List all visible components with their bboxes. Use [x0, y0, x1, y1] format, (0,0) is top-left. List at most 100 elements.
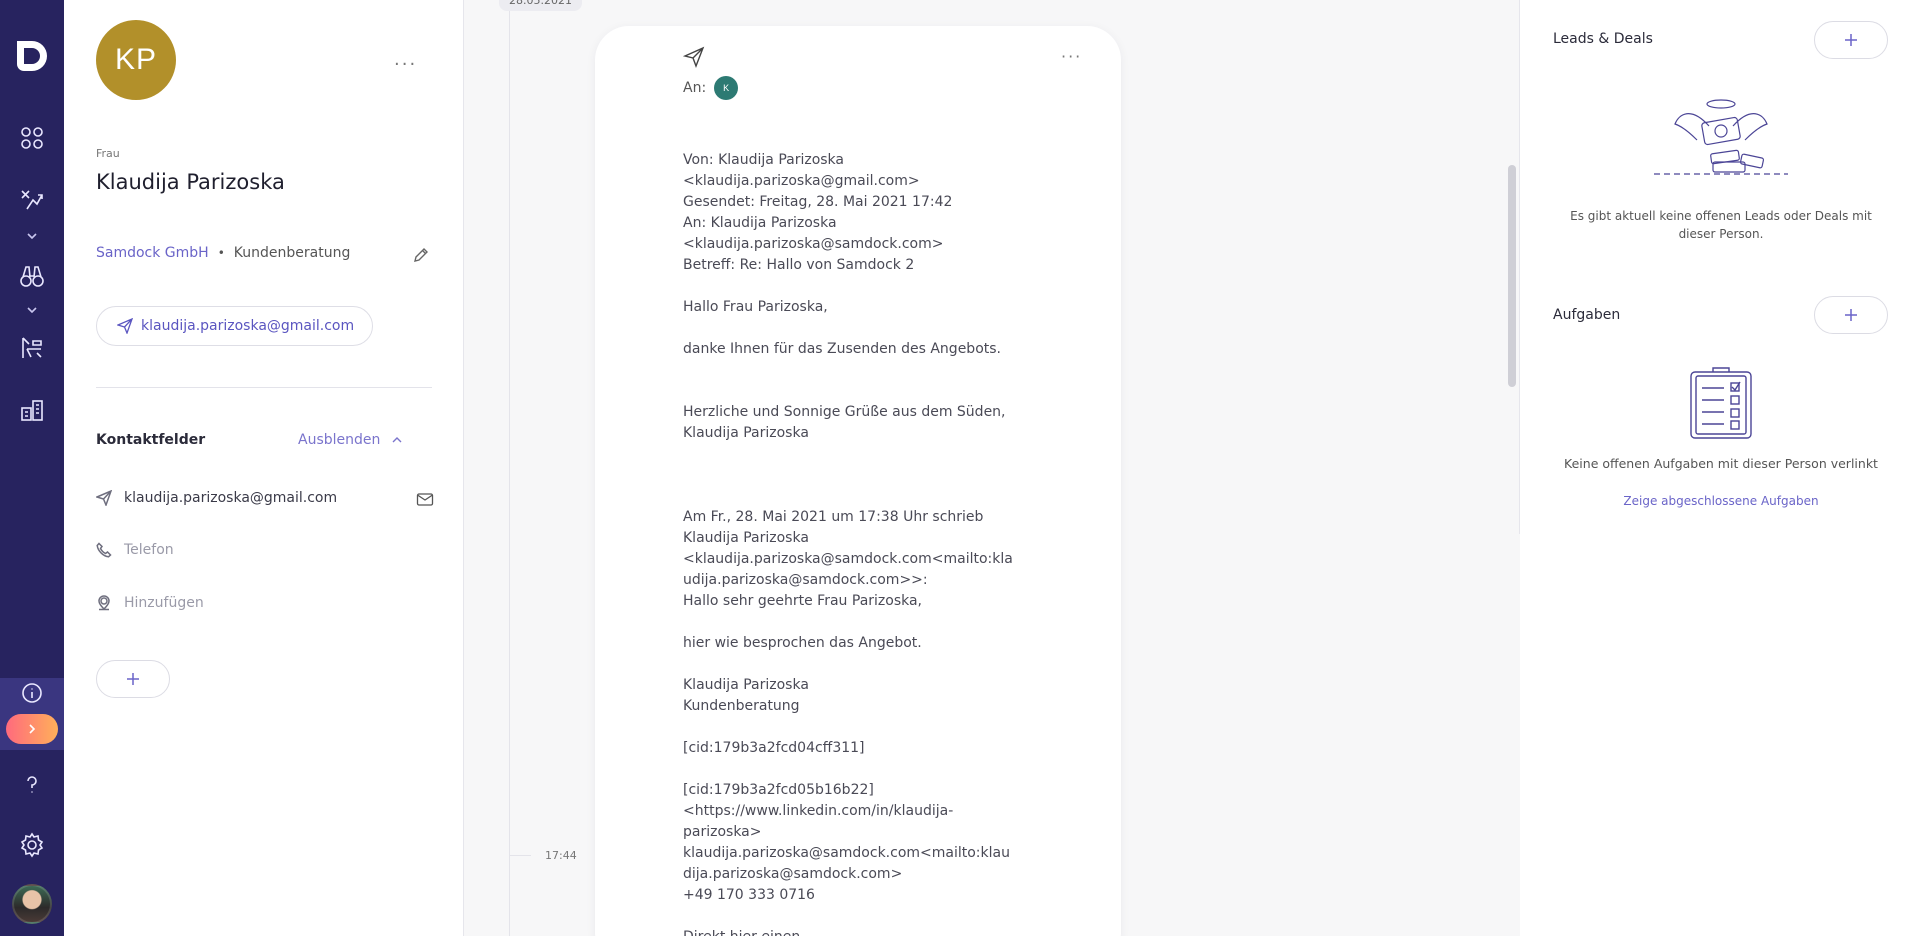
- send-icon: [96, 490, 112, 506]
- tasks-title: Aufgaben: [1553, 307, 1621, 323]
- contact-salutation: Frau: [96, 147, 120, 160]
- email-line: Betreff: Re: Hallo von Samdock 2: [683, 257, 915, 273]
- email-line: Klaudija Parizoska: [683, 530, 809, 546]
- email-line: <klaudija.parizoska@samdock.com>: [683, 236, 944, 252]
- email-card[interactable]: ··· An: K Von: Klaudija Parizoska <klaudi…: [595, 26, 1121, 936]
- add-lead-button[interactable]: [1814, 21, 1888, 59]
- email-line: Hallo sehr geehrte Frau Parizoska,: [683, 593, 923, 609]
- timeline-line: [509, 0, 510, 936]
- email-line: [cid:179b3a2fcd04cff311]: [683, 740, 865, 756]
- email-line: [cid:179b3a2fcd05b16b22]: [683, 782, 874, 798]
- field-email[interactable]: klaudija.parizoska@gmail.com: [96, 490, 337, 506]
- hide-fields-label: Ausblenden: [298, 432, 381, 448]
- chevron-down-icon[interactable]: [0, 304, 64, 316]
- avatar[interactable]: [12, 884, 52, 924]
- angel-illustration: [1651, 96, 1791, 190]
- scrollbar[interactable]: [1508, 165, 1516, 387]
- add-field-button[interactable]: [96, 660, 170, 698]
- timeline-tick: [509, 855, 531, 856]
- contact-panel: KP ··· Frau Klaudija Parizoska Samdock G…: [64, 0, 464, 936]
- email-line: udija.parizoska@samdock.com>>:: [683, 572, 928, 588]
- email-line: [683, 276, 1033, 297]
- field-phone[interactable]: Telefon: [96, 542, 174, 558]
- dashboard-icon[interactable]: [0, 118, 64, 158]
- chevron-down-icon[interactable]: [0, 230, 64, 242]
- settings-icon[interactable]: [0, 825, 64, 865]
- add-task-button[interactable]: [1814, 296, 1888, 334]
- email-label: klaudija.parizoska@gmail.com: [141, 318, 355, 334]
- right-sidebar: Leads & Deals Es gibt aktuell keine offe…: [1519, 0, 1920, 936]
- show-completed-tasks-link[interactable]: Zeige abgeschlossene Aufgaben: [1553, 494, 1889, 508]
- email-line: [683, 906, 1033, 927]
- contact-name: Klaudija Parizoska: [96, 170, 285, 194]
- email-line: klaudija.parizoska@samdock.com<mailto:kl…: [683, 845, 1010, 861]
- contacts-icon[interactable]: [0, 328, 64, 368]
- tasks-empty-text: Keine offenen Aufgaben mit dieser Person…: [1564, 456, 1878, 471]
- compose-email-icon[interactable]: [416, 491, 434, 511]
- pipeline-icon[interactable]: [0, 180, 64, 220]
- nav-rail: [0, 0, 64, 936]
- contact-fields-title: Kontaktfelder: [96, 432, 206, 448]
- email-line: hier wie besprochen das Angebot.: [683, 635, 922, 651]
- send-icon: [682, 46, 705, 72]
- divider: [96, 387, 432, 388]
- email-line: dija.parizoska@samdock.com>: [683, 866, 903, 882]
- field-email-value: klaudija.parizoska@gmail.com: [124, 490, 338, 506]
- plus-icon: [1845, 309, 1857, 321]
- email-line: [683, 612, 1033, 633]
- chevron-right-icon: [29, 724, 36, 734]
- next-button[interactable]: [6, 714, 58, 744]
- hide-fields-toggle[interactable]: Ausblenden: [298, 432, 402, 448]
- email-line: Klaudija Parizoska: [683, 677, 809, 693]
- email-line: [683, 465, 1033, 486]
- email-line: Am Fr., 28. Mai 2021 um 17:38 Uhr schrie…: [683, 509, 984, 525]
- email-line: danke Ihnen für das Zusenden des Angebot…: [683, 341, 1001, 357]
- email-line: Gesendet: Freitag, 28. Mai 2021 17:42: [683, 194, 953, 210]
- email-line: <https://www.linkedin.com/in/klaudija-: [683, 803, 954, 819]
- logo-icon[interactable]: [0, 36, 64, 76]
- email-body: Von: Klaudija Parizoska <klaudija.parizos…: [683, 150, 1033, 936]
- email-line: <klaudija.parizoska@gmail.com>: [683, 173, 920, 189]
- field-phone-placeholder: Telefon: [124, 542, 174, 558]
- email-line: Kundenberatung: [683, 698, 800, 714]
- department-label: Kundenberatung: [233, 245, 351, 261]
- email-button[interactable]: klaudija.parizoska@gmail.com: [96, 306, 374, 346]
- timeline-time: 17:44: [545, 849, 577, 862]
- info-icon[interactable]: [0, 673, 64, 713]
- more-icon[interactable]: ···: [1061, 49, 1082, 65]
- location-icon: [98, 595, 110, 611]
- separator-dot: •: [217, 246, 225, 260]
- sidebar-border-end: [1519, 534, 1520, 936]
- plus-icon: [127, 673, 139, 685]
- send-icon: [117, 318, 133, 334]
- help-icon[interactable]: [0, 765, 64, 805]
- date-chip: 28.05.2021: [499, 0, 582, 11]
- binoculars-icon[interactable]: [0, 256, 64, 296]
- phone-icon: [96, 542, 112, 558]
- plus-icon: [1845, 34, 1857, 46]
- field-address[interactable]: Hinzufügen: [96, 595, 204, 611]
- email-line: Klaudija Parizoska: [683, 425, 809, 441]
- email-line: [683, 444, 1033, 465]
- email-line: <klaudija.parizoska@samdock.com<mailto:k…: [683, 551, 1013, 567]
- contact-avatar: KP: [96, 20, 176, 100]
- to-label: An:: [683, 80, 707, 96]
- email-line: [683, 381, 1033, 402]
- activity-timeline: 28.05.2021 17:44 KP ··· An: K Von: Klaud…: [465, 0, 1519, 936]
- company-link[interactable]: Samdock GmbH: [96, 245, 209, 261]
- more-icon[interactable]: ···: [394, 56, 417, 74]
- email-line: [683, 717, 1033, 738]
- chevron-up-icon: [392, 437, 402, 443]
- edit-icon[interactable]: [412, 246, 430, 268]
- recipient-line: An: K: [683, 76, 739, 100]
- recipient-avatar[interactable]: K: [714, 76, 739, 100]
- email-line: parizoska>: [683, 824, 762, 840]
- clipboard-icon: [1690, 366, 1752, 444]
- email-line: [683, 759, 1033, 780]
- email-line: [683, 318, 1033, 339]
- leads-deals-title: Leads & Deals: [1553, 31, 1653, 47]
- company-line: Samdock GmbH • Kundenberatung: [96, 245, 350, 261]
- organizations-icon[interactable]: [0, 390, 64, 430]
- email-line: [683, 360, 1033, 381]
- email-line: An: Klaudija Parizoska: [683, 215, 837, 231]
